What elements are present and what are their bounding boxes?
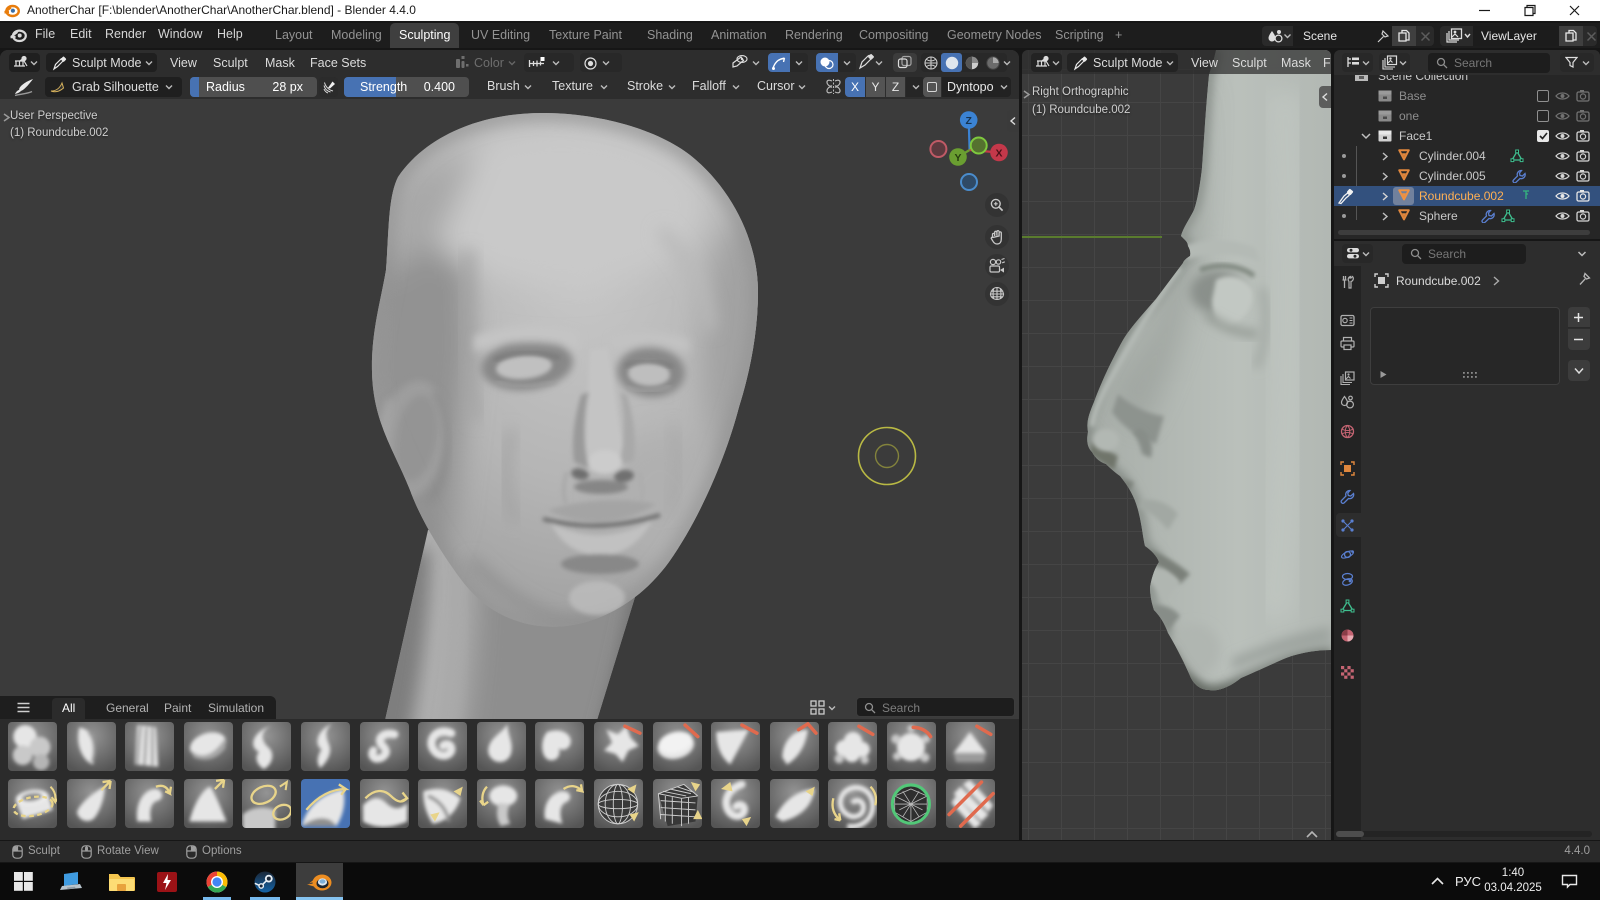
svg-text:Y: Y: [954, 152, 961, 164]
svg-text:Z: Z: [965, 115, 972, 127]
svg-text:X: X: [995, 147, 1002, 159]
